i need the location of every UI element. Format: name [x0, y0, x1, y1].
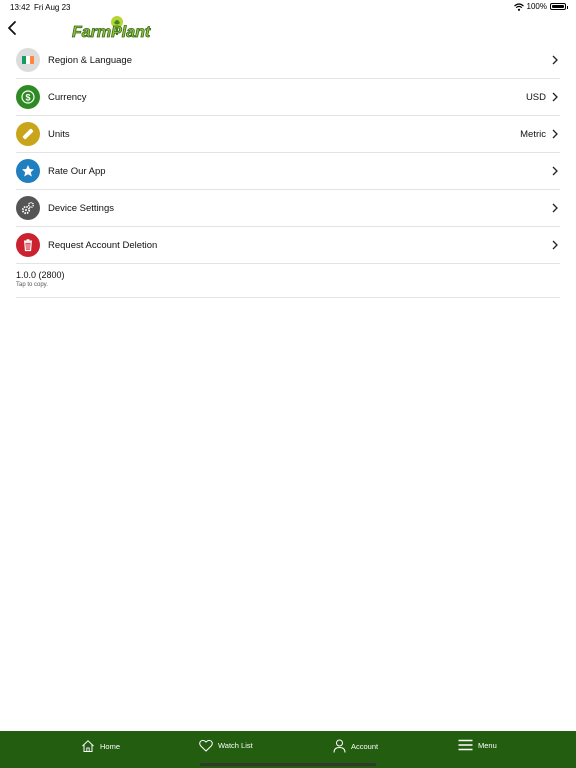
menu-item-region-language[interactable]: Region & Language: [16, 42, 560, 79]
menu-item-device-settings[interactable]: Device Settings: [16, 190, 560, 227]
wifi-icon: [513, 2, 524, 11]
home-icon: [82, 740, 94, 752]
tab-account[interactable]: Account: [333, 739, 378, 753]
menu-item-label: Request Account Deletion: [48, 239, 158, 251]
version-number: 1.0.0 (2800): [16, 270, 65, 280]
back-icon[interactable]: [6, 20, 20, 36]
svg-text:$: $: [25, 92, 30, 102]
star-icon: [16, 159, 40, 183]
home-indicator: [200, 763, 376, 766]
chevron-right-icon: [552, 92, 558, 102]
chevron-right-icon: [552, 129, 558, 139]
farmplant-logo: FarmPlant: [72, 16, 151, 41]
battery-icon: [550, 3, 568, 10]
status-date: Fri Aug 23: [34, 3, 71, 12]
tab-home[interactable]: Home: [81, 739, 120, 753]
battery-percent: 100%: [526, 2, 547, 11]
menu-item-label: Device Settings: [48, 202, 115, 214]
menu-item-currency[interactable]: $ Currency USD: [16, 79, 560, 116]
status-bar: 13:42 Fri Aug 23 100%: [0, 0, 576, 14]
status-time: 13:42: [10, 3, 31, 12]
gears-icon: [16, 196, 40, 220]
menu-list: Region & Language $ Currency USD Units M…: [16, 42, 560, 264]
units-value: Metric: [520, 128, 546, 140]
active-tab-indicator: [410, 729, 542, 731]
tab-label: Menu: [478, 740, 497, 750]
menu-item-rate-app[interactable]: Rate Our App: [16, 153, 560, 190]
tab-label: Account: [351, 741, 379, 751]
menu-item-label: Rate Our App: [48, 165, 106, 177]
chevron-right-icon: [552, 166, 558, 176]
person-icon: [333, 739, 346, 753]
version-hint: Tap to copy.: [16, 282, 48, 288]
menu-item-units[interactable]: Units Metric: [16, 116, 560, 153]
ruler-icon: [16, 122, 40, 146]
currency-value: USD: [525, 91, 546, 103]
tab-menu[interactable]: Menu: [458, 739, 497, 751]
heart-icon: [199, 739, 213, 752]
tab-bar: Home Watch List Account Menu: [0, 729, 576, 768]
chevron-right-icon: [552, 240, 558, 250]
chevron-right-icon: [552, 55, 558, 65]
hamburger-icon: [458, 739, 473, 751]
logo-text: FarmPlant: [72, 24, 151, 41]
menu-item-label: Units: [48, 128, 70, 140]
ireland-flag-icon: [16, 48, 40, 72]
version-row[interactable]: 1.0.0 (2800) Tap to copy.: [16, 262, 560, 298]
status-right: 100%: [513, 2, 568, 11]
tab-watch-list[interactable]: Watch List: [199, 739, 253, 752]
menu-item-request-account-deletion[interactable]: Request Account Deletion: [16, 227, 560, 264]
tab-label: Home: [100, 741, 121, 751]
menu-item-label: Region & Language: [48, 54, 132, 66]
chevron-right-icon: [552, 203, 558, 213]
nav-bar: FarmPlant: [0, 14, 576, 44]
tab-label: Watch List: [218, 741, 253, 750]
dollar-icon: $: [16, 85, 40, 109]
trash-icon: [16, 233, 40, 257]
menu-item-label: Currency: [48, 91, 87, 103]
